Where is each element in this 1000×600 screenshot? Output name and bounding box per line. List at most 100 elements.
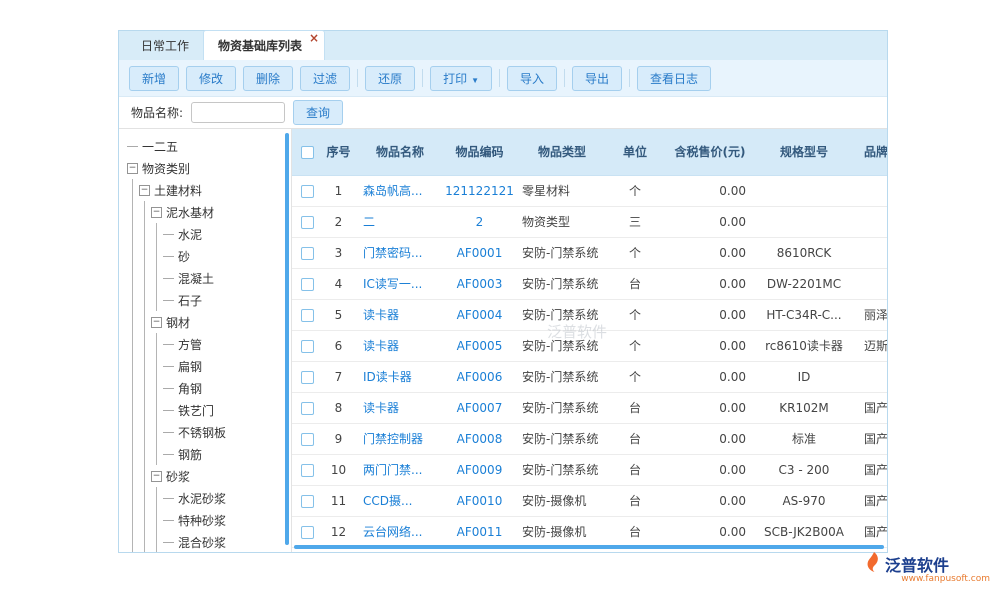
row-checkbox[interactable] bbox=[301, 495, 314, 508]
tree-item-一二五[interactable]: 一二五 bbox=[127, 135, 291, 157]
tree-leaf-connector-icon bbox=[163, 278, 174, 279]
table-row: 4IC读写一...AF0003安防-门禁系统台0.00DW-2201MC bbox=[292, 268, 887, 299]
toolbar-button-导入[interactable]: 导入 bbox=[507, 66, 557, 91]
tree-item-特种砂浆[interactable]: 特种砂浆 bbox=[127, 509, 291, 531]
tree-guide-line bbox=[151, 443, 163, 465]
cell-code[interactable]: AF0001 bbox=[445, 237, 514, 268]
tree-leaf-connector-icon bbox=[163, 454, 174, 455]
tree-item-石子[interactable]: 石子 bbox=[127, 289, 291, 311]
select-all-checkbox[interactable] bbox=[301, 146, 314, 159]
cell-name[interactable]: 读卡器 bbox=[355, 330, 445, 361]
tree-item-土建材料[interactable]: −土建材料 bbox=[127, 179, 291, 201]
tree-item-混合砂浆[interactable]: 混合砂浆 bbox=[127, 531, 291, 552]
tree-item-扁钢[interactable]: 扁钢 bbox=[127, 355, 291, 377]
cell-type: 安防-门禁系统 bbox=[514, 299, 610, 330]
tree-item-方管[interactable]: 方管 bbox=[127, 333, 291, 355]
toolbar-button-查看日志[interactable]: 查看日志 bbox=[637, 66, 711, 91]
tab-日常工作[interactable]: 日常工作 bbox=[127, 31, 203, 60]
toolbar-separator bbox=[629, 69, 630, 87]
tree-item-不锈钢板[interactable]: 不锈钢板 bbox=[127, 421, 291, 443]
toolbar-button-还原[interactable]: 还原 bbox=[365, 66, 415, 91]
row-checkbox[interactable] bbox=[301, 185, 314, 198]
cell-name[interactable]: IC读写一... bbox=[355, 268, 445, 299]
item-name-input[interactable] bbox=[191, 102, 285, 123]
cell-name[interactable]: 二 bbox=[355, 206, 445, 237]
table-horizontal-scrollbar[interactable] bbox=[294, 545, 884, 549]
cell-checkbox bbox=[292, 423, 322, 454]
tree-item-label: 水泥 bbox=[178, 226, 202, 243]
tree-item-label: 铁艺门 bbox=[178, 402, 214, 419]
tree-item-砂[interactable]: 砂 bbox=[127, 245, 291, 267]
cell-name[interactable]: ID读卡器 bbox=[355, 361, 445, 392]
table-row: 6读卡器AF0005安防-门禁系统个0.00rc8610读卡器迈斯 bbox=[292, 330, 887, 361]
cell-no: 1 bbox=[322, 175, 355, 206]
toolbar-button-新增[interactable]: 新增 bbox=[129, 66, 179, 91]
row-checkbox[interactable] bbox=[301, 340, 314, 353]
tree-item-砂浆[interactable]: −砂浆 bbox=[127, 465, 291, 487]
cell-code[interactable]: AF0006 bbox=[445, 361, 514, 392]
tree-item-铁艺门[interactable]: 铁艺门 bbox=[127, 399, 291, 421]
cell-code[interactable]: AF0004 bbox=[445, 299, 514, 330]
row-checkbox[interactable] bbox=[301, 371, 314, 384]
cell-code[interactable]: AF0011 bbox=[445, 516, 514, 547]
col-header-code: 物品编码 bbox=[445, 129, 514, 175]
toolbar-button-过滤[interactable]: 过滤 bbox=[300, 66, 350, 91]
cell-no: 11 bbox=[322, 485, 355, 516]
cell-checkbox bbox=[292, 175, 322, 206]
tree-guide-line bbox=[127, 443, 139, 465]
cell-code[interactable]: AF0010 bbox=[445, 485, 514, 516]
cell-name[interactable]: 两门门禁... bbox=[355, 454, 445, 485]
tree-item-label: 方管 bbox=[178, 336, 202, 353]
tree-item-钢筋[interactable]: 钢筋 bbox=[127, 443, 291, 465]
tree-guide-line bbox=[139, 399, 151, 421]
tree-item-钢材[interactable]: −钢材 bbox=[127, 311, 291, 333]
tree-collapse-icon[interactable]: − bbox=[127, 163, 138, 174]
row-checkbox[interactable] bbox=[301, 216, 314, 229]
toolbar-button-打印[interactable]: 打印▼ bbox=[430, 66, 492, 91]
row-checkbox[interactable] bbox=[301, 433, 314, 446]
cell-name[interactable]: 门禁密码... bbox=[355, 237, 445, 268]
row-checkbox[interactable] bbox=[301, 464, 314, 477]
cell-name[interactable]: 云台网络... bbox=[355, 516, 445, 547]
tree-item-混凝土[interactable]: 混凝土 bbox=[127, 267, 291, 289]
cell-name[interactable]: 门禁控制器 bbox=[355, 423, 445, 454]
tree-item-泥水基材[interactable]: −泥水基材 bbox=[127, 201, 291, 223]
toolbar-button-导出[interactable]: 导出 bbox=[572, 66, 622, 91]
cell-code[interactable]: AF0007 bbox=[445, 392, 514, 423]
tree-collapse-icon[interactable]: − bbox=[151, 471, 162, 482]
tab-close-icon[interactable]: × bbox=[309, 32, 319, 44]
row-checkbox[interactable] bbox=[301, 526, 314, 539]
cell-name[interactable]: 读卡器 bbox=[355, 392, 445, 423]
cell-checkbox bbox=[292, 299, 322, 330]
toolbar-button-修改[interactable]: 修改 bbox=[186, 66, 236, 91]
row-checkbox[interactable] bbox=[301, 402, 314, 415]
cell-no: 7 bbox=[322, 361, 355, 392]
tree-scrollbar[interactable] bbox=[285, 133, 289, 545]
cell-code[interactable]: AF0009 bbox=[445, 454, 514, 485]
row-checkbox[interactable] bbox=[301, 309, 314, 322]
cell-code[interactable]: 121122121 bbox=[445, 175, 514, 206]
tree-item-物资类别[interactable]: −物资类别 bbox=[127, 157, 291, 179]
tree-leaf-connector-icon bbox=[163, 344, 174, 345]
query-button[interactable]: 查询 bbox=[293, 100, 343, 125]
cell-name[interactable]: 森岛帆高... bbox=[355, 175, 445, 206]
tree-collapse-icon[interactable]: − bbox=[139, 185, 150, 196]
tree-item-label: 物资类别 bbox=[142, 160, 190, 177]
row-checkbox[interactable] bbox=[301, 247, 314, 260]
cell-name[interactable]: 读卡器 bbox=[355, 299, 445, 330]
tree-item-水泥砂浆[interactable]: 水泥砂浆 bbox=[127, 487, 291, 509]
cell-code[interactable]: 2 bbox=[445, 206, 514, 237]
cell-code[interactable]: AF0003 bbox=[445, 268, 514, 299]
row-checkbox[interactable] bbox=[301, 278, 314, 291]
tree-collapse-icon[interactable]: − bbox=[151, 207, 162, 218]
cell-name[interactable]: CCD摄... bbox=[355, 485, 445, 516]
tree-item-水泥[interactable]: 水泥 bbox=[127, 223, 291, 245]
tree-collapse-icon[interactable]: − bbox=[151, 317, 162, 328]
tree-guide-line bbox=[151, 421, 163, 443]
cell-code[interactable]: AF0005 bbox=[445, 330, 514, 361]
tab-物资基础库列表[interactable]: 物资基础库列表× bbox=[203, 30, 325, 60]
cell-code[interactable]: AF0008 bbox=[445, 423, 514, 454]
tree-item-角钢[interactable]: 角钢 bbox=[127, 377, 291, 399]
toolbar-button-删除[interactable]: 删除 bbox=[243, 66, 293, 91]
table-row: 1森岛帆高...121122121零星材料个0.00 bbox=[292, 175, 887, 206]
